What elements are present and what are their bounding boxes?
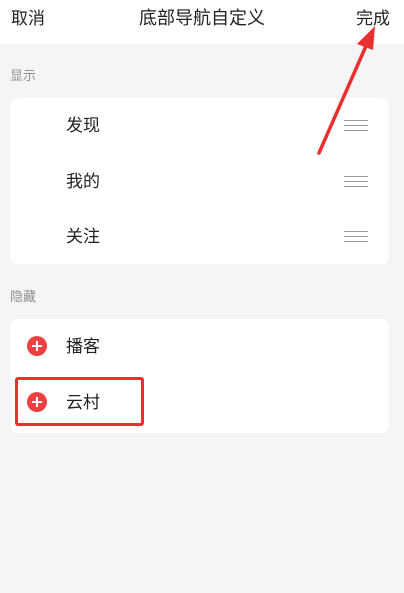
list-item-label: 发现 (66, 116, 100, 136)
list-item-mine[interactable]: 我的 (10, 154, 389, 210)
list-item-label: 我的 (66, 172, 100, 192)
section-label-shown: 显示 (10, 69, 37, 84)
shown-tabs-list: 发现 我的 关注 (10, 98, 389, 264)
done-button[interactable]: 完成 (356, 8, 390, 30)
list-item-label: 播客 (66, 337, 100, 357)
list-item-discover[interactable]: 发现 (10, 98, 389, 154)
list-item-podcast: 播客 (10, 319, 389, 375)
section-label-hidden: 隐藏 (10, 290, 37, 305)
drag-handle-icon[interactable] (344, 229, 368, 243)
bottom-nav-customize-screen: 取消 底部导航自定义 完成 显示 发现 我的 关注 隐藏 播客 云村 (0, 0, 404, 593)
drag-handle-icon[interactable] (344, 118, 368, 132)
page-title: 底部导航自定义 (139, 8, 265, 29)
annotation-highlight-box (15, 377, 144, 426)
annotation-arrow-icon (317, 26, 375, 155)
drag-handle-icon[interactable] (344, 174, 368, 188)
list-item-label: 关注 (66, 227, 100, 247)
list-item-follow[interactable]: 关注 (10, 209, 389, 265)
nav-header: 取消 底部导航自定义 完成 (0, 0, 404, 44)
add-circle-icon[interactable] (27, 336, 47, 356)
